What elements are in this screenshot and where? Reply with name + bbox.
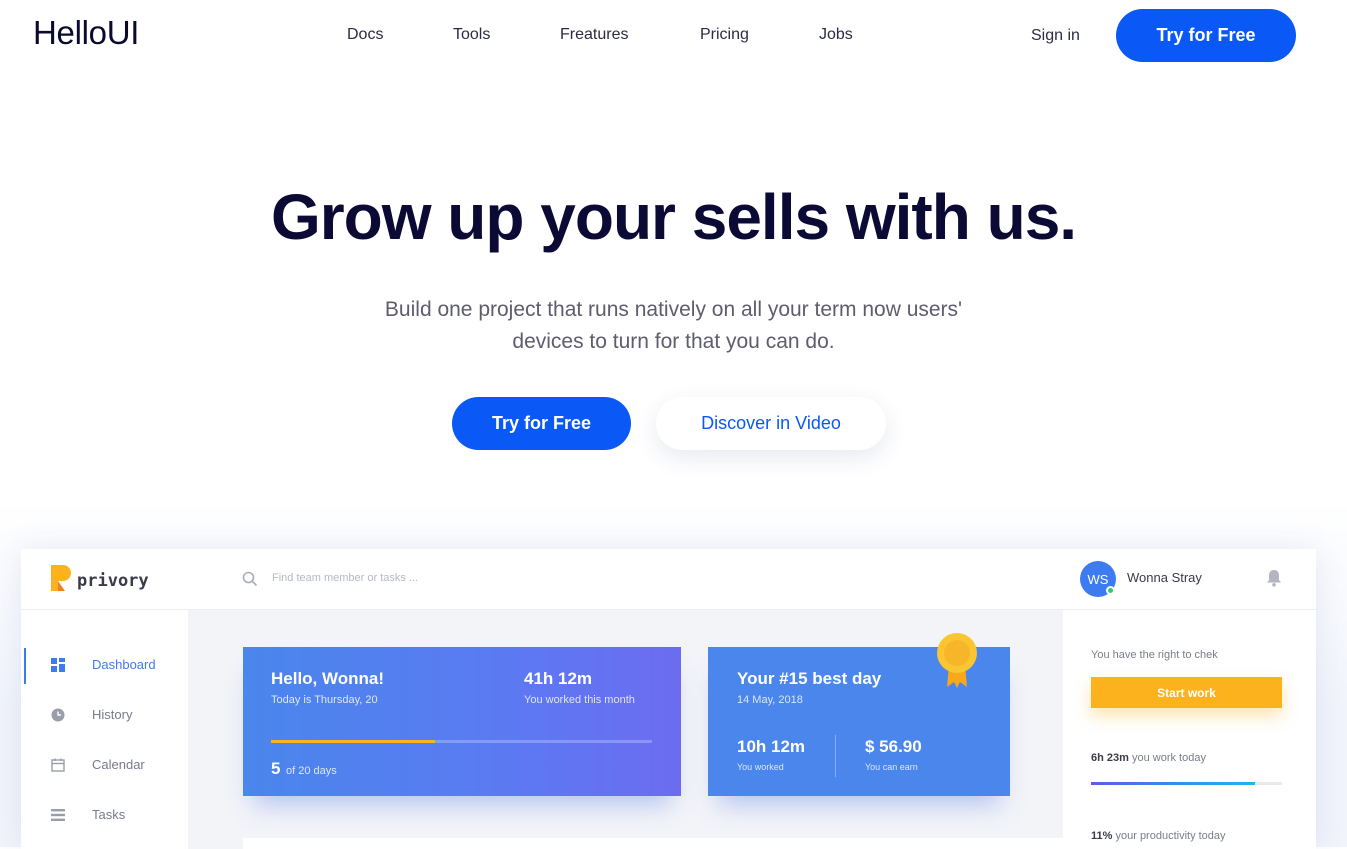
privory-brand-name: privory [77, 571, 149, 591]
dashboard-preview: privory Find team member or tasks ... WS… [21, 549, 1316, 849]
privory-logo-icon [51, 565, 71, 591]
greeting-title: Hello, Wonna! [271, 669, 385, 688]
productivity-value: 11% [1091, 830, 1113, 842]
hero-subtitle-line-1: Build one project that runs natively on … [384, 298, 963, 321]
sidebar-item-dashboard[interactable]: Dashboard [51, 657, 156, 672]
nav-link-tools[interactable]: Tools [453, 26, 490, 44]
sidebar-item-calendar[interactable]: Calendar [51, 757, 145, 772]
earn-label: You can earn [865, 762, 918, 772]
sidebar-item-label: History [92, 707, 133, 722]
check-text: You have the right to chek [1091, 649, 1218, 661]
nav-try-free-button[interactable]: Try for Free [1116, 9, 1296, 62]
today-progress-fill [1091, 782, 1256, 785]
user-name[interactable]: Wonna Stray [1127, 570, 1202, 585]
search-icon [242, 571, 258, 587]
bell-icon[interactable] [1266, 569, 1282, 587]
greeting-card: Hello, Wonna! Today is Thursday, 20 41h … [243, 647, 681, 796]
nav-link-pricing[interactable]: Pricing [700, 26, 749, 44]
productivity-label: your productivity today [1115, 830, 1226, 842]
dashboard-icon [51, 657, 65, 672]
logo[interactable]: HelloUI [33, 14, 139, 52]
worked-label: You worked [737, 762, 784, 772]
month-hours: 41h 12m [524, 669, 593, 688]
bottom-panel [243, 838, 1063, 849]
sidebar-item-label: Tasks [92, 807, 126, 822]
hero-title: Grow up your sells with us. [270, 181, 1077, 253]
online-status-dot [1106, 586, 1115, 595]
days-label: of 20 days [286, 765, 337, 777]
discover-video-button[interactable]: Discover in Video [656, 397, 886, 450]
days-progress-fill [271, 740, 435, 743]
top-navigation: HelloUI Docs Tools Freatures Pricing Job… [0, 0, 1347, 72]
days-progress-bar [271, 740, 652, 743]
worked-value: 10h 12m [737, 737, 806, 756]
greeting-date: Today is Thursday, 20 [271, 694, 378, 706]
calendar-icon [51, 758, 65, 772]
today-work-label: you work today [1131, 752, 1206, 764]
sidebar-item-label: Calendar [92, 757, 145, 772]
nav-link-jobs[interactable]: Jobs [819, 26, 853, 44]
card-divider [835, 735, 836, 777]
dashboard-sidebar: Dashboard History Calendar Tasks [21, 610, 188, 849]
sign-in-link[interactable]: Sign in [1031, 27, 1080, 45]
best-day-card: Your #15 best day 14 May, 2018 10h 12m Y… [708, 633, 1010, 796]
hero-try-free-button[interactable]: Try for Free [452, 397, 631, 450]
nav-link-features[interactable]: Freatures [560, 26, 628, 44]
clock-icon [51, 708, 65, 721]
month-hours-label: You worked this month [524, 694, 635, 706]
nav-link-docs[interactable]: Docs [347, 26, 383, 44]
dashboard-topbar: privory Find team member or tasks ... WS… [21, 549, 1316, 610]
tasks-icon [51, 808, 65, 821]
earn-value: $ 56.90 [865, 737, 922, 756]
sidebar-item-history[interactable]: History [51, 707, 132, 722]
today-progress-bar [1091, 782, 1282, 785]
hero-subtitle-line-2: devices to turn for that you can do. [512, 330, 835, 353]
dashboard-right-panel: You have the right to chek Start work 6h… [1063, 610, 1316, 849]
hero-subtitle: Build one project that runs natively on … [0, 294, 1347, 358]
start-work-button[interactable]: Start work [1091, 677, 1282, 708]
sidebar-item-label: Dashboard [92, 657, 156, 672]
active-indicator [24, 648, 26, 684]
today-work-value: 6h 23m [1091, 752, 1129, 764]
best-day-date: 14 May, 2018 [737, 694, 803, 706]
days-value: 5 [271, 759, 281, 778]
today-work: 6h 23m you work today [1091, 752, 1206, 764]
search-input[interactable]: Find team member or tasks ... [272, 572, 418, 584]
productivity: 11% your productivity today [1091, 830, 1226, 842]
medal-icon [937, 633, 977, 688]
sidebar-item-tasks[interactable]: Tasks [51, 807, 125, 822]
best-day-title: Your #15 best day [737, 669, 882, 688]
